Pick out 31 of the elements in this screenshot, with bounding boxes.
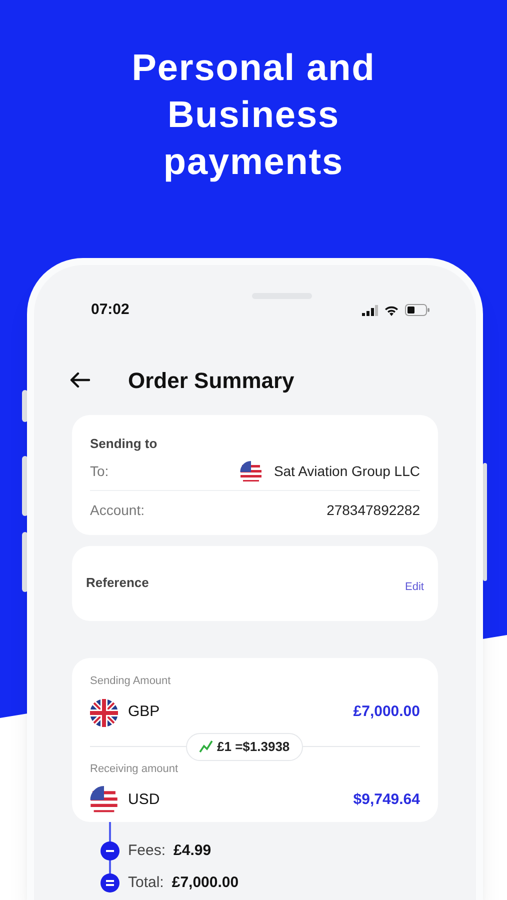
trend-up-icon [199,740,213,753]
currency-code: USD [128,790,160,810]
back-arrow-icon [70,372,90,388]
field-value: Sat Aviation Group LLC [274,462,420,481]
minus-icon [100,841,120,862]
flag-icon [90,786,118,814]
summary-label: Fees: [128,841,166,861]
battery-icon [405,304,430,316]
headline: Personal and Business payments [130,46,376,184]
field-label: Account: [90,500,144,520]
field-label: To: [90,462,109,481]
summary-value: £4.99 [174,841,212,861]
amount-label: Receiving amount [90,762,178,776]
amount-label: Sending Amount [90,674,171,689]
page-title: Order Summary [128,366,294,395]
signal-icon [362,304,378,316]
equals-icon [100,872,120,893]
field-value: 278347892282 [326,500,420,520]
currency-code: GBP [128,702,160,722]
amount-value: $9,749.64 [353,790,420,810]
edit-link[interactable]: Edit [405,579,424,593]
reference-label: Reference [86,574,149,589]
status-time: 07:02 [91,300,130,320]
card-heading: Sending to [90,434,158,453]
flag-icon [90,698,118,726]
amount-value: £7,000.00 [353,702,420,722]
wifi-icon [384,304,399,316]
summary-value: £7,000.00 [172,872,239,892]
flag-icon [240,460,262,482]
exchange-rate: £1 =$1.3938 [217,738,290,756]
summary-label: Total: [128,872,164,892]
